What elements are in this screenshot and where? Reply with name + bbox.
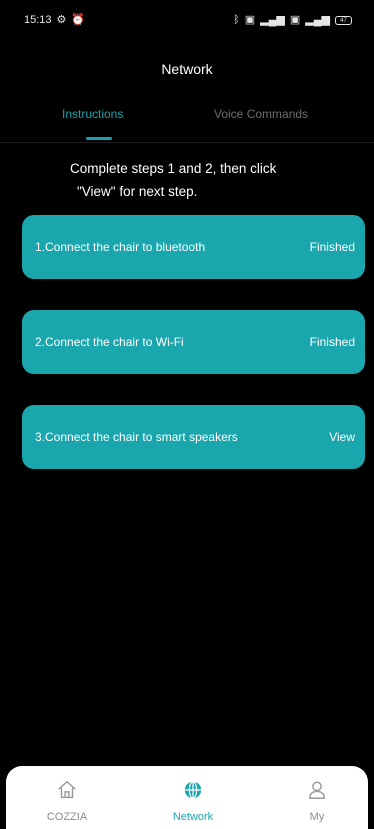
tab-bar: Instructions Voice Commands [0,107,374,143]
instruction-line-1: Complete steps 1 and 2, then click [70,161,277,176]
step-status: Finished [309,240,355,254]
nav-item-network[interactable]: Network [148,766,238,829]
page-title: Network [161,61,213,77]
signal-icon-2: ▂▄▆ [305,13,330,26]
wifi-icon: ▣ [289,13,301,26]
step-card-wifi[interactable]: 2.Connect the chair to Wi-Fi Finished [22,310,365,374]
nav-label: Network [172,811,214,823]
view-button[interactable]: View [329,430,355,444]
battery-level: 47 [340,17,347,24]
status-right: ᛒ ▣ ▂▄▆ ▣ ▂▄▆ 47 [233,13,352,26]
bottom-nav: COZZIA Network My [6,766,368,829]
step-label: 1.Connect the chair to bluetooth [35,240,206,254]
home-icon [58,781,76,799]
divider [0,142,374,143]
globe-icon [184,781,202,799]
tab-instructions[interactable]: Instructions [62,107,123,121]
user-icon [308,781,326,799]
nav-label: My [309,811,325,823]
tab-voice-commands[interactable]: Voice Commands [214,107,308,121]
nav-item-my[interactable]: My [272,766,362,829]
signal-icon: ▂▄▆ [260,13,285,26]
instruction-text: Complete steps 1 and 2, then click "View… [30,157,350,203]
battery-icon: 47 [335,15,352,25]
step-status: Finished [309,335,355,349]
settings-gear-icon: ⚙ [56,13,67,26]
nav-item-cozzia[interactable]: COZZIA [22,766,112,829]
step-label: 2.Connect the chair to Wi-Fi [35,335,184,349]
nfc-icon: ▣ [244,13,256,26]
instruction-line-2: "View" for next step. [77,184,198,199]
status-time: 15:13 [24,14,52,26]
status-bar: 15:13 ⚙ ⏰ ᛒ ▣ ▂▄▆ ▣ ▂▄▆ 47 [0,0,374,40]
bluetooth-icon: ᛒ [233,13,240,26]
step-label: 3.Connect the chair to smart speakers [35,430,238,444]
step-card-bluetooth[interactable]: 1.Connect the chair to bluetooth Finishe… [22,215,365,279]
alarm-icon: ⏰ [71,13,86,26]
status-left: 15:13 ⚙ ⏰ [24,14,85,26]
active-tab-indicator [86,137,112,140]
step-card-smart-speakers[interactable]: 3.Connect the chair to smart speakers Vi… [22,405,365,469]
nav-label: COZZIA [46,811,88,823]
